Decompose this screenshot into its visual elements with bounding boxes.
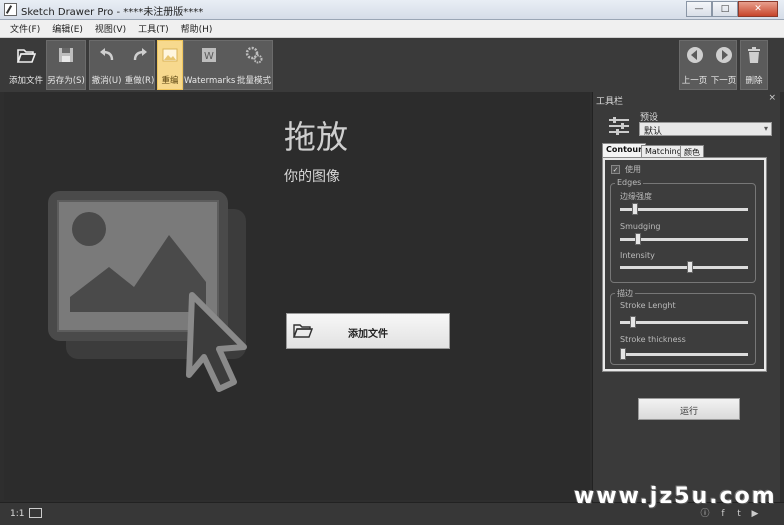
contour-settings: ✓ 使用 Edges 边缘强度 Smudging Intensity 描边 St…	[605, 160, 764, 369]
edit-image-icon	[162, 48, 178, 62]
watermarks-label: Watermarks	[184, 76, 236, 86]
menu-tools[interactable]: 工具(T)	[138, 22, 169, 35]
add-file-button[interactable]: 添加文件	[286, 313, 450, 349]
contour-tab-panel: ✓ 使用 Edges 边缘强度 Smudging Intensity 描边 St…	[602, 157, 767, 372]
svg-text:W: W	[204, 51, 214, 62]
drop-title: 拖放	[284, 118, 349, 156]
save-as-tool[interactable]: 另存为(S)	[46, 40, 86, 90]
save-as-label: 另存为(S)	[47, 76, 85, 86]
title-bar: Sketch Drawer Pro - ****未注册版**** — □ ✕	[0, 0, 784, 20]
chevron-down-icon: ▾	[763, 124, 768, 133]
menu-edit[interactable]: 编辑(E)	[52, 22, 83, 35]
smudging-slider[interactable]	[620, 233, 748, 245]
menu-file[interactable]: 文件(F)	[10, 22, 40, 35]
edge-strength-label: 边缘强度	[620, 192, 652, 201]
menu-view[interactable]: 视图(V)	[95, 22, 126, 35]
edit-tool[interactable]: 重编	[157, 40, 183, 90]
add-file-label: 添加文件	[9, 76, 44, 86]
run-button-label: 运行	[679, 407, 698, 417]
drop-image-icon	[48, 191, 247, 392]
add-file-tool[interactable]: 添加文件	[8, 40, 44, 90]
edge-strength-thumb[interactable]	[632, 203, 638, 215]
window-title: Sketch Drawer Pro - ****未注册版****	[21, 7, 204, 18]
edge-strength-slider[interactable]	[620, 203, 748, 215]
tool-panel: 工具栏 × 预设 默认 ▾ Contour Matching 颜色 ✓ 使用 E…	[592, 92, 780, 502]
stroke-thickness-slider[interactable]	[620, 348, 748, 360]
menu-help[interactable]: 帮助(H)	[181, 22, 213, 35]
tab-contour[interactable]: Contour	[602, 143, 647, 158]
batch-mode-button[interactable]: 批量模式	[234, 41, 274, 89]
youtube-icon[interactable]: ▶	[748, 507, 762, 521]
intensity-thumb[interactable]	[687, 261, 693, 273]
gears-icon	[245, 46, 263, 64]
batch-mode-label: 批量模式	[236, 76, 271, 86]
stroke-thickness-label: Stroke thickness	[620, 335, 686, 344]
folder-open-icon	[16, 49, 36, 63]
stroke-length-label: Stroke Lenght	[620, 301, 676, 310]
edit-label: 重编	[161, 76, 179, 86]
minimize-button[interactable]: —	[686, 1, 712, 17]
app-window: Sketch Drawer Pro - ****未注册版**** — □ ✕ 文…	[0, 0, 784, 525]
smudging-thumb[interactable]	[635, 233, 641, 245]
stroke-length-thumb[interactable]	[630, 316, 636, 328]
redo-label: 重做(R)	[124, 76, 155, 86]
redo-icon	[133, 48, 147, 61]
next-page-button[interactable]: 下一页	[709, 41, 738, 89]
watermark-icon: W	[202, 48, 216, 62]
app-icon	[4, 3, 17, 16]
maximize-button[interactable]: □	[712, 1, 738, 17]
panel-close-button[interactable]: ×	[768, 93, 776, 103]
toolbar: 添加文件 另存为(S) 撤消(U) 重做(R) 重编 W Watermarks …	[0, 38, 784, 92]
info-icon[interactable]: ⓘ	[698, 507, 712, 521]
watermarks-batch-group: W Watermarks 批量模式	[183, 40, 273, 90]
redo-button[interactable]: 重做(R)	[123, 41, 156, 89]
delete-tool[interactable]: 删除	[740, 40, 768, 90]
settings-tabs: Contour Matching 颜色	[602, 143, 767, 158]
sliders-icon	[609, 117, 629, 135]
next-page-label: 下一页	[710, 76, 737, 86]
stroke-thickness-thumb[interactable]	[620, 348, 626, 360]
undo-label: 撤消(U)	[91, 76, 122, 86]
prev-page-label: 上一页	[681, 76, 708, 86]
drop-subtitle: 你的图像	[284, 169, 340, 185]
undo-redo-group: 撤消(U) 重做(R)	[89, 40, 155, 90]
preset-select[interactable]: 默认 ▾	[639, 122, 772, 137]
use-checkbox[interactable]: ✓	[611, 165, 620, 174]
site-watermark: www.jz5u.com	[574, 484, 777, 509]
page-nav-group: 上一页 下一页	[679, 40, 737, 90]
close-button[interactable]: ✕	[738, 1, 778, 17]
use-label: 使用	[625, 165, 641, 174]
add-file-button-label: 添加文件	[348, 329, 388, 340]
run-button[interactable]: 运行	[638, 398, 740, 420]
prev-page-button[interactable]: 上一页	[680, 41, 709, 89]
delete-label: 删除	[745, 76, 763, 86]
edges-group: Edges 边缘强度 Smudging Intensity	[610, 178, 756, 283]
zoom-level[interactable]: 1:1	[10, 509, 24, 519]
window-controls: — □ ✕	[686, 1, 778, 17]
facebook-icon[interactable]: f	[716, 507, 730, 521]
stroke-group: 描边 Stroke Lenght Stroke thickness	[610, 288, 756, 365]
undo-icon	[99, 48, 113, 61]
edges-group-title: Edges	[615, 178, 644, 187]
arrow-left-icon	[686, 47, 703, 63]
watermarks-button[interactable]: W Watermarks	[184, 41, 236, 89]
arrow-right-icon	[715, 47, 732, 63]
smudging-label: Smudging	[620, 222, 661, 231]
undo-button[interactable]: 撤消(U)	[90, 41, 123, 89]
fit-screen-icon[interactable]	[29, 508, 42, 518]
stroke-length-slider[interactable]	[620, 316, 748, 328]
intensity-label: Intensity	[620, 251, 655, 260]
menu-bar: 文件(F) 编辑(E) 视图(V) 工具(T) 帮助(H)	[0, 20, 784, 38]
twitter-icon[interactable]: t	[732, 507, 746, 521]
stroke-group-title: 描边	[615, 288, 635, 299]
save-icon	[59, 48, 73, 62]
trash-icon	[748, 47, 760, 63]
panel-title: 工具栏	[596, 97, 624, 107]
intensity-slider[interactable]	[620, 261, 748, 273]
preset-value: 默认	[644, 127, 663, 137]
